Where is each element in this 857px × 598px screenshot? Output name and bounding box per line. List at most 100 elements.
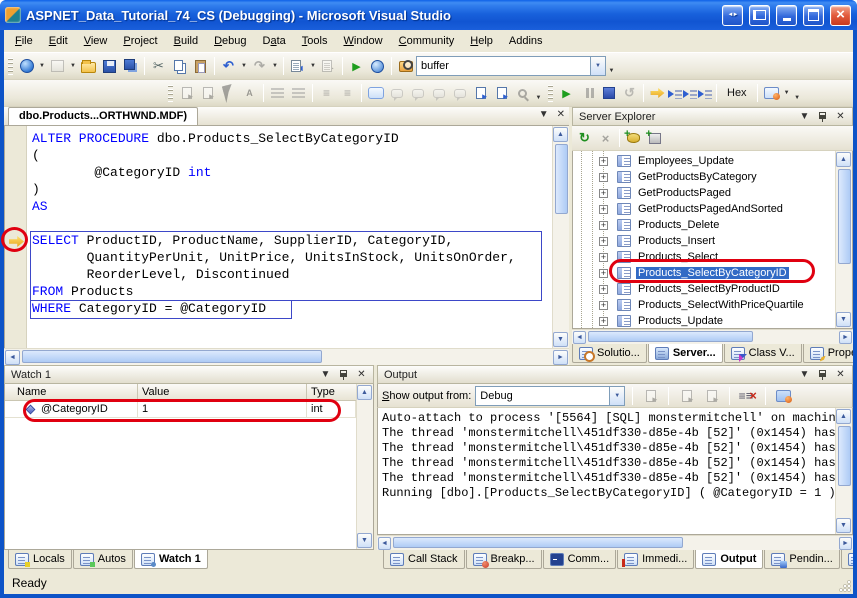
expand-icon[interactable]: + xyxy=(599,237,608,246)
window-position-icon[interactable]: ▼ xyxy=(318,368,333,382)
show-next-statement-icon[interactable] xyxy=(647,83,668,103)
hex-button[interactable]: Hex xyxy=(720,85,754,101)
undo-dropdown-icon[interactable]: ▼ xyxy=(239,56,249,76)
show-results-pane-icon[interactable] xyxy=(428,83,449,103)
tree-item-products_selectbycategoryid[interactable]: +Products_SelectByCategoryID xyxy=(573,265,835,281)
scroll-left-icon[interactable]: ◄ xyxy=(573,331,586,344)
close-panel-icon[interactable]: ✕ xyxy=(833,368,848,382)
show-criteria-pane-icon[interactable] xyxy=(386,83,407,103)
tab-proper-[interactable]: Proper... xyxy=(803,344,853,363)
editor-tab[interactable]: dbo.Products...ORTHWND.MDF) xyxy=(8,107,198,125)
tab-class-v-[interactable]: Class V... xyxy=(724,344,802,363)
goto-previous-message-icon[interactable] xyxy=(676,386,697,406)
stop-refresh-icon[interactable] xyxy=(595,128,616,148)
breakpoints-window-icon[interactable] xyxy=(761,83,782,103)
refresh-icon[interactable] xyxy=(574,128,595,148)
close-panel-icon[interactable]: ✕ xyxy=(833,110,848,124)
toolbar-overflow-icon[interactable]: ▼ xyxy=(606,55,617,77)
menu-debug[interactable]: Debug xyxy=(206,31,254,51)
auto-hide-pin-icon[interactable] xyxy=(336,368,351,382)
menu-window[interactable]: Window xyxy=(335,31,390,51)
scroll-thumb[interactable] xyxy=(588,331,753,342)
continue-icon[interactable] xyxy=(556,83,577,103)
search-combobox[interactable]: ▼ xyxy=(416,56,606,76)
web-browser-dropdown-icon[interactable]: ▼ xyxy=(37,56,47,76)
toolbar-grip[interactable] xyxy=(8,58,13,75)
toolbar-grip[interactable] xyxy=(548,85,553,102)
undo-icon[interactable] xyxy=(218,56,239,76)
menu-build[interactable]: Build xyxy=(166,31,206,51)
menu-community[interactable]: Community xyxy=(391,31,463,51)
verify-sql-syntax-icon[interactable] xyxy=(197,83,218,103)
editor-close-icon[interactable]: ✕ xyxy=(557,109,565,120)
restart-icon[interactable] xyxy=(619,83,640,103)
menu-edit[interactable]: Edit xyxy=(41,31,76,51)
expand-icon[interactable]: + xyxy=(599,301,608,310)
tab-breakp-[interactable]: Breakp... xyxy=(466,550,542,569)
tab-error-list[interactable]: Error List xyxy=(841,550,853,569)
scroll-left-icon[interactable]: ◄ xyxy=(5,350,20,365)
menu-tools[interactable]: Tools xyxy=(294,31,336,51)
scroll-right-icon[interactable]: ► xyxy=(839,331,852,344)
menu-file[interactable]: File xyxy=(7,31,41,51)
scroll-thumb[interactable] xyxy=(22,350,322,363)
code-editor[interactable]: ALTER PROCEDURE dbo.Products_SelectByCat… xyxy=(4,126,569,348)
scroll-up-icon[interactable]: ▲ xyxy=(357,385,372,400)
indent-icon[interactable] xyxy=(267,83,288,103)
view-in-browser-icon[interactable] xyxy=(367,56,388,76)
scroll-thumb[interactable] xyxy=(838,426,851,486)
window-position-icon[interactable]: ▼ xyxy=(797,110,812,124)
connect-to-server-icon[interactable] xyxy=(644,128,665,148)
scroll-thumb[interactable] xyxy=(555,144,568,214)
tab-output[interactable]: Output xyxy=(695,550,763,569)
menu-view[interactable]: View xyxy=(76,31,116,51)
scroll-up-icon[interactable]: ▲ xyxy=(836,409,851,424)
expand-icon[interactable]: + xyxy=(599,269,608,278)
toolbar-overflow-icon[interactable]: ▼ xyxy=(792,82,803,104)
toolbar-overflow-icon[interactable]: ▼ xyxy=(533,82,544,104)
tab-immedi-[interactable]: Immedi... xyxy=(617,550,694,569)
uncomment-lines-icon[interactable] xyxy=(337,83,358,103)
toolbar-grip[interactable] xyxy=(168,85,173,102)
expand-icon[interactable]: + xyxy=(599,317,608,326)
tree-item-products_update[interactable]: +Products_Update xyxy=(573,313,835,329)
editor-horizontal-scrollbar[interactable]: ◄ ► xyxy=(4,348,569,365)
expand-icon[interactable]: + xyxy=(599,205,608,214)
tree-item-getproductspagedandsorted[interactable]: +GetProductsPagedAndSorted xyxy=(573,201,835,217)
scroll-down-icon[interactable]: ▼ xyxy=(836,312,851,327)
stop-debugging-icon[interactable] xyxy=(598,83,619,103)
scroll-right-icon[interactable]: ► xyxy=(553,350,568,365)
tree-item-getproductsbycategory[interactable]: +GetProductsByCategory xyxy=(573,169,835,185)
navigate-forward-icon[interactable] xyxy=(318,56,339,76)
tree-item-products_selectwithpricequartile[interactable]: +Products_SelectWithPriceQuartile xyxy=(573,297,835,313)
tree-item-products_selectbyproductid[interactable]: +Products_SelectByProductID xyxy=(573,281,835,297)
server-explorer-tree[interactable]: +Employees_Update+GetProductsByCategory +… xyxy=(572,151,853,329)
web-browser-icon[interactable] xyxy=(16,56,37,76)
connect-to-database-icon[interactable] xyxy=(623,128,644,148)
step-over-icon[interactable] xyxy=(683,87,698,100)
scroll-down-icon[interactable]: ▼ xyxy=(357,533,372,548)
find-message-icon[interactable] xyxy=(640,386,661,406)
redo-icon[interactable] xyxy=(249,56,270,76)
tab-server-[interactable]: Server... xyxy=(648,344,723,363)
tree-item-products_select[interactable]: +Products_Select xyxy=(573,249,835,265)
tree-item-products_insert[interactable]: +Products_Insert xyxy=(573,233,835,249)
editor-vertical-scrollbar[interactable]: ▲ ▼ xyxy=(552,126,569,348)
resize-grip[interactable] xyxy=(838,579,851,592)
scroll-thumb[interactable] xyxy=(393,537,683,548)
clear-all-icon[interactable]: ≡× xyxy=(737,386,758,406)
tree-vertical-scrollbar[interactable]: ▲ ▼ xyxy=(835,151,852,328)
break-all-icon[interactable] xyxy=(577,83,598,103)
editor-tab-list-icon[interactable]: ▼ xyxy=(539,109,549,120)
save-all-icon[interactable] xyxy=(120,56,141,76)
scroll-down-icon[interactable]: ▼ xyxy=(553,332,568,347)
expand-icon[interactable]: + xyxy=(599,285,608,294)
tree-item-employees_update[interactable]: +Employees_Update xyxy=(573,153,835,169)
search-input[interactable] xyxy=(417,60,590,72)
watch-vertical-scrollbar[interactable]: ▲ ▼ xyxy=(356,384,373,549)
menu-addins[interactable]: Addins xyxy=(501,31,551,51)
redo-dropdown-icon[interactable]: ▼ xyxy=(270,56,280,76)
search-dropdown-icon[interactable]: ▼ xyxy=(590,57,605,75)
tab-solutio-[interactable]: Solutio... xyxy=(572,344,647,363)
scroll-up-icon[interactable]: ▲ xyxy=(836,152,851,167)
